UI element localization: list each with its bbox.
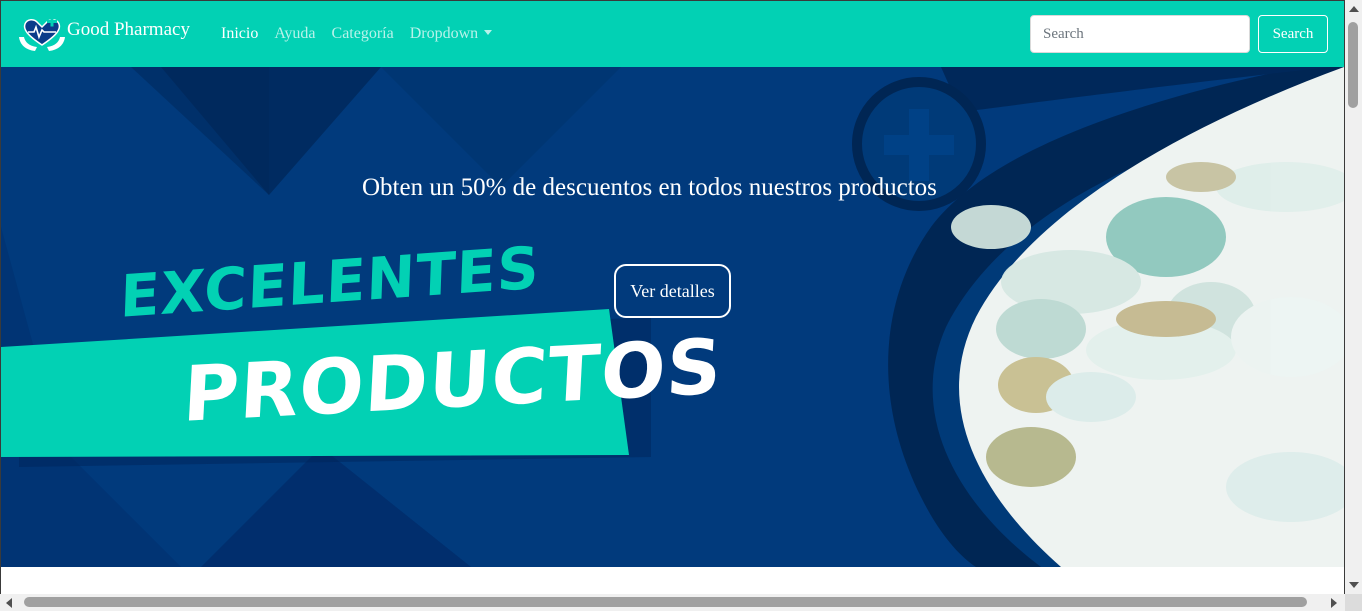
nav-link-categoria[interactable]: Categoría	[332, 25, 394, 43]
browser-viewport: Good Pharmacy Inicio Ayuda Categoría Dro…	[1, 1, 1344, 594]
ver-detalles-button[interactable]: Ver detalles	[614, 264, 731, 318]
scroll-right-icon[interactable]	[1331, 598, 1337, 608]
nav-link-ayuda[interactable]: Ayuda	[274, 25, 315, 43]
horizontal-scroll-thumb[interactable]	[24, 597, 1307, 607]
vertical-scroll-thumb[interactable]	[1348, 22, 1358, 108]
nav-dropdown-label: Dropdown	[409, 25, 479, 42]
hero-carousel: EXCELENTES PRODUCTOS Obten un 50% de des…	[1, 67, 1344, 567]
nav-links: Inicio Ayuda Categoría Dropdown	[221, 25, 508, 43]
scroll-down-icon[interactable]	[1349, 582, 1359, 588]
horizontal-scrollbar[interactable]	[0, 594, 1345, 611]
scrollbar-corner	[1345, 594, 1362, 611]
search-input[interactable]	[1030, 15, 1250, 53]
nav-link-inicio[interactable]: Inicio	[221, 25, 258, 43]
hero-title: Obten un 50% de descuentos en todos nues…	[362, 174, 937, 201]
pharmacy-logo-icon	[19, 16, 65, 51]
search-button[interactable]: Search	[1258, 15, 1328, 53]
nav-dropdown-toggle[interactable]: Dropdown	[409, 25, 493, 43]
vertical-scrollbar[interactable]	[1345, 0, 1362, 594]
brand-name: Good Pharmacy	[67, 19, 190, 40]
scroll-up-icon[interactable]	[1349, 6, 1359, 12]
navbar: Good Pharmacy Inicio Ayuda Categoría Dro…	[1, 1, 1344, 67]
caret-down-icon	[484, 29, 493, 35]
brand[interactable]: Good Pharmacy	[17, 15, 190, 53]
scroll-left-icon[interactable]	[6, 598, 12, 608]
